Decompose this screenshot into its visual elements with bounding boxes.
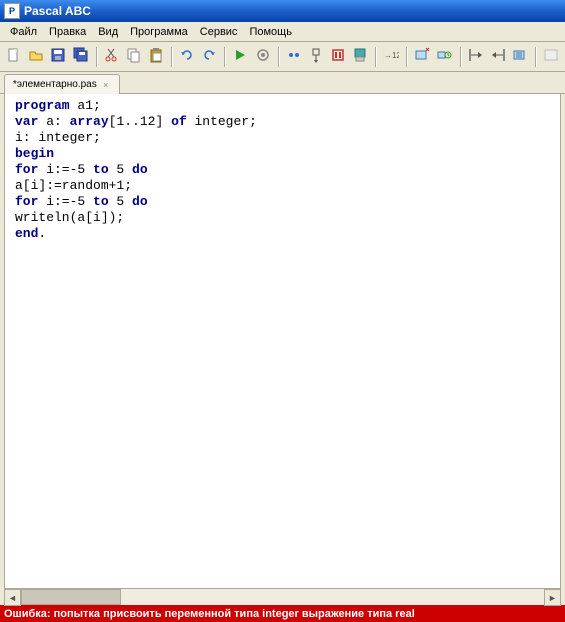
titlebar: P Pascal ABC <box>0 0 565 22</box>
trace-over-icon <box>308 47 324 66</box>
indent-button[interactable] <box>510 46 530 68</box>
horizontal-scrollbar[interactable]: ◄ ► <box>4 588 561 605</box>
code-line: a[i]:=random+1; <box>15 178 550 194</box>
step-icon <box>255 47 271 66</box>
scroll-track[interactable] <box>21 589 544 605</box>
trace-into-button[interactable] <box>284 46 304 68</box>
code-line: for i:=-5 to 5 do <box>15 162 550 178</box>
back-icon <box>414 47 430 66</box>
toolbar-separator <box>535 47 536 67</box>
run-button[interactable] <box>230 46 250 68</box>
comment-button[interactable] <box>465 46 485 68</box>
undo-icon <box>179 47 195 66</box>
indent-icon <box>512 47 528 66</box>
error-bar: Ошибка: попытка присвоить переменной тип… <box>0 605 565 622</box>
trace-over-button[interactable] <box>306 46 326 68</box>
code-line: writeln(a[i]); <box>15 210 550 226</box>
save-button[interactable] <box>48 46 68 68</box>
scroll-left-button[interactable]: ◄ <box>4 589 21 606</box>
watch-button[interactable] <box>350 46 370 68</box>
menu-view[interactable]: Вид <box>92 24 124 40</box>
toolbar: →123 <box>0 42 565 72</box>
blank-button[interactable] <box>541 46 561 68</box>
menu-file[interactable]: Файл <box>4 24 43 40</box>
menu-help[interactable]: Помощь <box>243 24 298 40</box>
code-line: i: integer; <box>15 130 550 146</box>
close-icon[interactable]: × <box>101 80 111 90</box>
paste-button[interactable] <box>146 46 166 68</box>
watch-icon <box>352 47 368 66</box>
blank-icon <box>543 47 559 66</box>
app-icon: P <box>4 3 20 19</box>
save-icon <box>50 47 66 66</box>
code-line: var a: array[1..12] of integer; <box>15 114 550 130</box>
new-file-icon <box>6 47 22 66</box>
undo-button[interactable] <box>177 46 197 68</box>
tab-file[interactable]: *элементарно.pas × <box>4 74 120 94</box>
goto-line-button[interactable]: →123 <box>381 46 401 68</box>
uncomment-button[interactable] <box>488 46 508 68</box>
code-line: begin <box>15 146 550 162</box>
trace-into-icon <box>286 47 302 66</box>
toolbar-separator <box>171 47 172 67</box>
forward-icon <box>436 47 452 66</box>
svg-text:→123: →123 <box>384 51 399 60</box>
code-line: for i:=-5 to 5 do <box>15 194 550 210</box>
window-title: Pascal ABC <box>24 4 91 18</box>
comment-icon <box>468 47 484 66</box>
goto-line-icon: →123 <box>383 47 399 66</box>
stop-button[interactable] <box>328 46 348 68</box>
copy-button[interactable] <box>124 46 144 68</box>
save-all-button[interactable] <box>71 46 91 68</box>
cut-button[interactable] <box>102 46 122 68</box>
error-text: Ошибка: попытка присвоить переменной тип… <box>4 608 415 620</box>
menu-edit[interactable]: Правка <box>43 24 92 40</box>
toolbar-separator <box>278 47 279 67</box>
back-button[interactable] <box>412 46 432 68</box>
toolbar-separator <box>460 47 461 67</box>
uncomment-icon <box>490 47 506 66</box>
cut-icon <box>104 47 120 66</box>
menubar: Файл Правка Вид Программа Сервис Помощь <box>0 22 565 42</box>
toolbar-separator <box>96 47 97 67</box>
toolbar-separator <box>375 47 376 67</box>
redo-icon <box>201 47 217 66</box>
tab-label: *элементарно.pas <box>13 79 97 90</box>
open-file-icon <box>28 47 44 66</box>
open-file-button[interactable] <box>26 46 46 68</box>
code-line: end. <box>15 226 550 242</box>
code-editor[interactable]: program a1;var a: array[1..12] of intege… <box>4 94 561 588</box>
tabbar: *элементарно.pas × <box>0 72 565 94</box>
redo-button[interactable] <box>199 46 219 68</box>
step-button[interactable] <box>252 46 272 68</box>
copy-icon <box>126 47 142 66</box>
scroll-right-button[interactable]: ► <box>544 589 561 606</box>
new-file-button[interactable] <box>4 46 24 68</box>
save-all-icon <box>73 47 89 66</box>
toolbar-separator <box>224 47 225 67</box>
run-icon <box>232 47 248 66</box>
forward-button[interactable] <box>434 46 454 68</box>
toolbar-separator <box>406 47 407 67</box>
code-line: program a1; <box>15 98 550 114</box>
stop-icon <box>330 47 346 66</box>
menu-program[interactable]: Программа <box>124 24 194 40</box>
menu-service[interactable]: Сервис <box>194 24 244 40</box>
scroll-thumb[interactable] <box>21 589 121 605</box>
paste-icon <box>148 47 164 66</box>
